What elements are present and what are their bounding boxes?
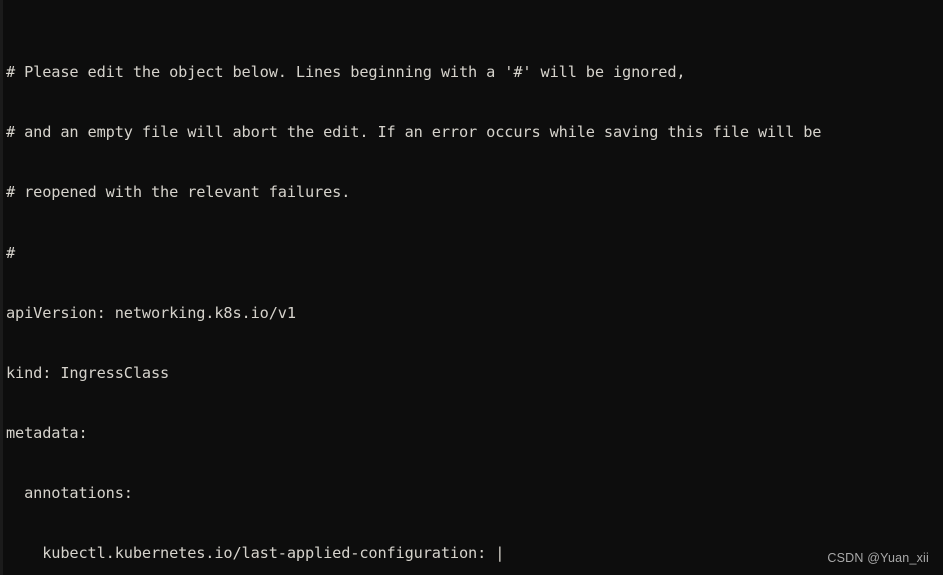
csdn-watermark: CSDN @Yuan_xii xyxy=(827,551,929,565)
editor-text-buffer[interactable]: # Please edit the object below. Lines be… xyxy=(3,0,943,575)
code-line: apiVersion: networking.k8s.io/v1 xyxy=(6,303,296,322)
code-line: # Please edit the object below. Lines be… xyxy=(6,63,686,82)
code-line: # and an empty file will abort the edit.… xyxy=(6,123,822,142)
code-line: # xyxy=(6,243,16,262)
code-line: kubectl.kubernetes.io/last-applied-confi… xyxy=(6,544,505,563)
code-line: metadata: xyxy=(6,423,88,442)
code-line: # reopened with the relevant failures. xyxy=(6,183,351,202)
code-line: annotations: xyxy=(6,484,133,503)
code-line: kind: IngressClass xyxy=(6,363,170,382)
terminal-window[interactable]: # Please edit the object below. Lines be… xyxy=(0,0,943,575)
